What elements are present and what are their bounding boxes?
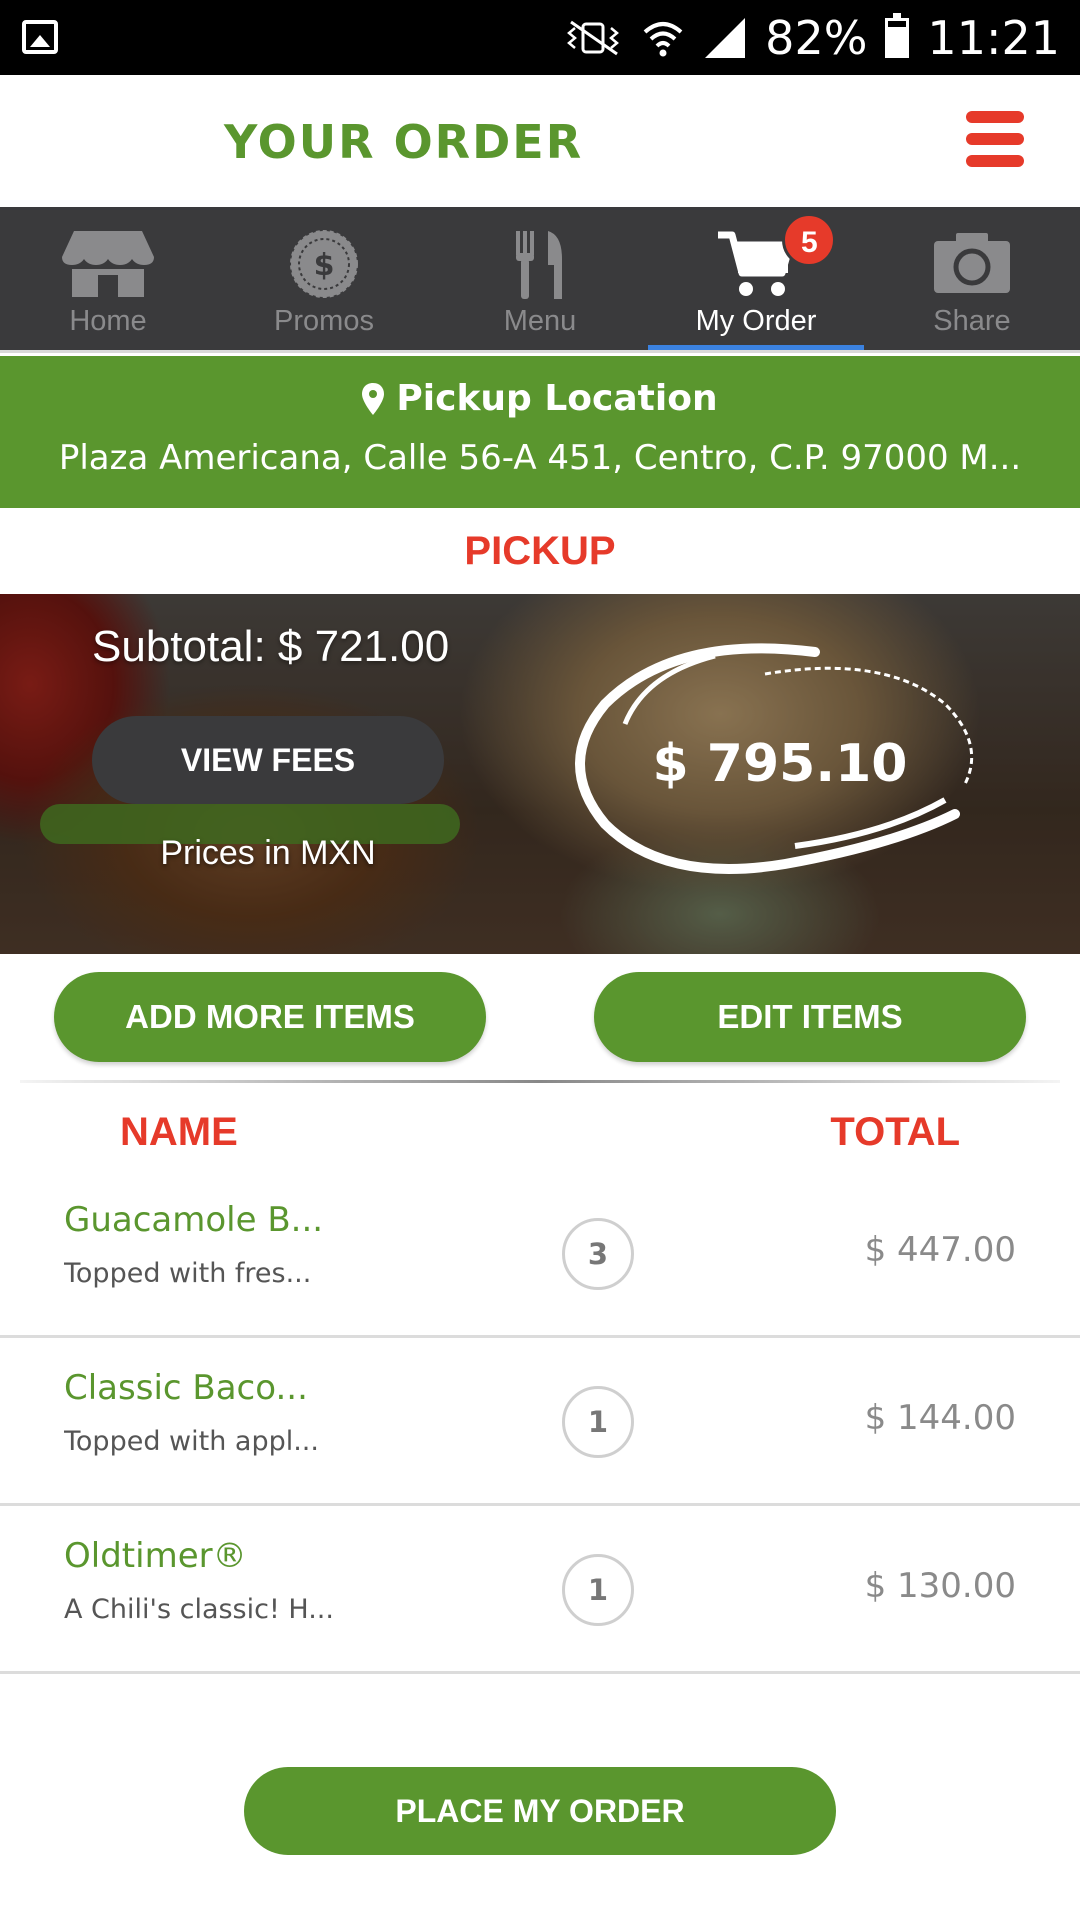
item-name: Oldtimer®	[64, 1536, 247, 1576]
page-title: YOUR ORDER	[224, 115, 584, 169]
item-description: A Chili's classic! H...	[64, 1594, 334, 1625]
pickup-location-title: Pickup Location	[396, 378, 718, 419]
promo-seal-icon: $	[290, 230, 358, 298]
tab-my-order[interactable]: 5 My Order	[648, 207, 864, 350]
battery-percent: 82%	[765, 11, 868, 65]
item-quantity-badge: 3	[562, 1218, 634, 1290]
order-summary-banner: Subtotal: $ 721.00 VIEW FEES Prices in M…	[0, 594, 1080, 954]
order-item-row[interactable]: Guacamole B... Topped with fres... 3 $ 4…	[0, 1170, 1080, 1338]
camera-icon	[934, 233, 1010, 293]
item-name: Guacamole B...	[64, 1200, 324, 1240]
tab-promos[interactable]: $ Promos	[216, 207, 432, 350]
order-item-row[interactable]: Classic Baco... Topped with appl... 1 $ …	[0, 1338, 1080, 1506]
item-description: Topped with fres...	[64, 1258, 312, 1289]
item-description: Topped with appl...	[64, 1426, 319, 1457]
tab-home-label: Home	[69, 305, 147, 337]
subtotal-text: Subtotal: $ 721.00	[92, 622, 450, 671]
status-bar: 82% 11:21	[0, 0, 1080, 75]
view-fees-button[interactable]: VIEW FEES	[92, 716, 444, 804]
order-items-list: Guacamole B... Topped with fres... 3 $ 4…	[0, 1170, 1080, 1674]
pickup-location-banner[interactable]: Pickup Location Plaza Americana, Calle 5…	[0, 356, 1080, 508]
app-header: YOUR ORDER	[0, 75, 1080, 207]
order-total: $ 795.10	[652, 734, 908, 794]
order-actions: ADD MORE ITEMS EDIT ITEMS	[0, 954, 1080, 1084]
item-quantity-badge: 1	[562, 1554, 634, 1626]
tab-bar: Home $ Promos Menu 5 My Order Share	[0, 207, 1080, 353]
item-price: $ 447.00	[864, 1230, 1016, 1270]
tab-home[interactable]: Home	[0, 207, 216, 350]
store-icon	[62, 231, 154, 297]
section-divider	[20, 1080, 1060, 1083]
pickup-address: Plaza Americana, Calle 56-A 451, Centro,…	[58, 438, 1022, 478]
edit-items-button[interactable]: EDIT ITEMS	[594, 972, 1026, 1062]
currency-note: Prices in MXN	[160, 834, 376, 872]
status-icons: 82% 11:21	[563, 10, 1060, 66]
tab-menu[interactable]: Menu	[432, 207, 648, 350]
item-name: Classic Baco...	[64, 1368, 308, 1408]
map-pin-icon	[362, 382, 385, 415]
battery-fill	[888, 27, 907, 55]
signal-icon	[705, 18, 746, 58]
item-price: $ 130.00	[864, 1566, 1016, 1606]
tab-menu-label: Menu	[503, 305, 577, 337]
order-table-header: NAME TOTAL	[0, 1100, 1080, 1170]
tab-promos-label: Promos	[274, 305, 374, 337]
wifi-icon	[643, 22, 683, 57]
order-item-row[interactable]: Oldtimer® A Chili's classic! H... 1 $ 13…	[0, 1506, 1080, 1674]
add-more-items-button[interactable]: ADD MORE ITEMS	[54, 972, 486, 1062]
item-quantity-badge: 1	[562, 1386, 634, 1458]
hamburger-menu-icon[interactable]	[966, 111, 1024, 167]
place-order-button[interactable]: PLACE MY ORDER	[244, 1767, 836, 1855]
clock: 11:21	[927, 11, 1060, 65]
column-header-name: NAME	[120, 1110, 238, 1154]
active-tab-indicator	[648, 345, 864, 350]
tab-my-order-label: My Order	[695, 305, 817, 337]
order-mode-label: PICKUP	[464, 529, 616, 573]
battery-icon	[885, 13, 910, 58]
vibrate-mute-icon	[567, 20, 620, 56]
svg-text:$: $	[314, 248, 335, 283]
fork-knife-icon	[516, 231, 562, 299]
cart-count-badge: 5	[782, 213, 837, 267]
tab-share-label: Share	[933, 305, 1011, 337]
gallery-icon	[22, 20, 58, 54]
column-header-total: TOTAL	[830, 1110, 960, 1154]
pickup-location-heading: Pickup Location	[0, 378, 1080, 419]
item-price: $ 144.00	[864, 1398, 1016, 1438]
tab-share[interactable]: Share	[864, 207, 1080, 350]
